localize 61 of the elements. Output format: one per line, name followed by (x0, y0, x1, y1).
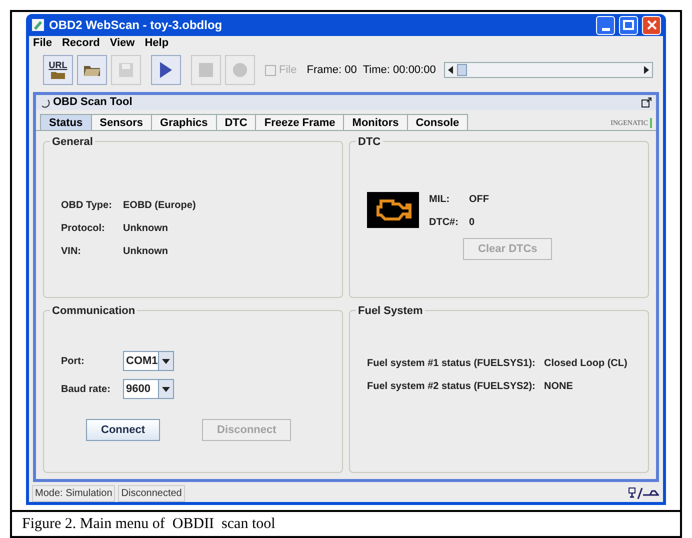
field-value: NONE (544, 380, 573, 394)
action-button[interactable]: Connect (86, 419, 160, 441)
tab[interactable]: Console (406, 114, 468, 130)
field-value: Unknown (123, 222, 168, 236)
status-text: Mode: Simulation (32, 484, 116, 502)
status-text: Disconnected (118, 484, 185, 502)
tab[interactable]: Sensors (90, 114, 152, 130)
field-value: EOBD (Europe) (123, 199, 196, 213)
dropdown[interactable]: COM1 (123, 351, 174, 371)
figure-caption: Figure 2. Main menu of OBDII scan tool (22, 516, 276, 532)
frame-label: Frame: 00 (306, 62, 357, 78)
field-label: Protocol: (61, 222, 106, 236)
field-label: Baud rate: (61, 382, 112, 396)
file-label: File (279, 62, 297, 78)
stop-icon (198, 62, 214, 78)
menu-item[interactable]: File (33, 34, 52, 52)
field-label: MIL: (429, 193, 451, 207)
panel-title: Fuel System (356, 303, 425, 320)
timeline-slider[interactable] (444, 62, 653, 78)
app-icon (31, 18, 45, 32)
dropdown-arrow-icon (162, 358, 170, 364)
tab[interactable]: DTC (216, 114, 256, 130)
field-value: Unknown (123, 245, 168, 259)
minimize-icon (602, 28, 610, 30)
field-label: DTC#: (429, 216, 460, 230)
record-icon (232, 62, 248, 78)
close-icon (646, 20, 656, 30)
tab[interactable]: Monitors (343, 114, 408, 130)
slider-thumb[interactable] (457, 64, 468, 76)
field-label: Fuel system #1 status (FUELSYS1): (367, 357, 536, 371)
folder-icon (83, 63, 101, 77)
menu-item[interactable]: View (110, 34, 135, 52)
open-button[interactable] (77, 55, 107, 85)
field-label: VIN: (61, 245, 82, 259)
minimize-button[interactable] (596, 16, 615, 34)
menu-item[interactable]: Help (144, 34, 169, 52)
dropdown[interactable]: 9600 (123, 379, 174, 399)
field-value: Closed Loop (CL) (544, 357, 628, 371)
field-value: OFF (469, 193, 489, 207)
maximize-button[interactable] (619, 16, 638, 34)
maximize-icon (623, 20, 634, 30)
folder-icon (50, 70, 66, 80)
tab[interactable]: Graphics (151, 114, 217, 130)
detach-icon (641, 97, 652, 108)
url-button[interactable]: URL (43, 55, 73, 85)
field-label: Fuel system #2 status (FUELSYS2): (367, 380, 536, 394)
connection-icon (628, 487, 660, 499)
play-button[interactable] (151, 55, 181, 85)
menu-item[interactable]: Record (62, 34, 100, 52)
play-icon (159, 61, 173, 79)
time-label: Time: 00:00:00 (362, 62, 436, 78)
window-title: OBD2 WebScan - toy-3.obdlog (49, 17, 224, 34)
tab[interactable]: Status (40, 114, 92, 130)
tab[interactable]: Freeze Frame (255, 114, 344, 130)
field-label: Port: (61, 354, 86, 368)
field-value: 0 (469, 216, 475, 230)
dropdown-arrow-icon (162, 386, 170, 392)
field-label: OBD Type: (61, 199, 113, 213)
frame-icon (40, 98, 50, 108)
frame-title: OBD Scan Tool (53, 95, 132, 110)
close-button[interactable] (642, 16, 661, 34)
